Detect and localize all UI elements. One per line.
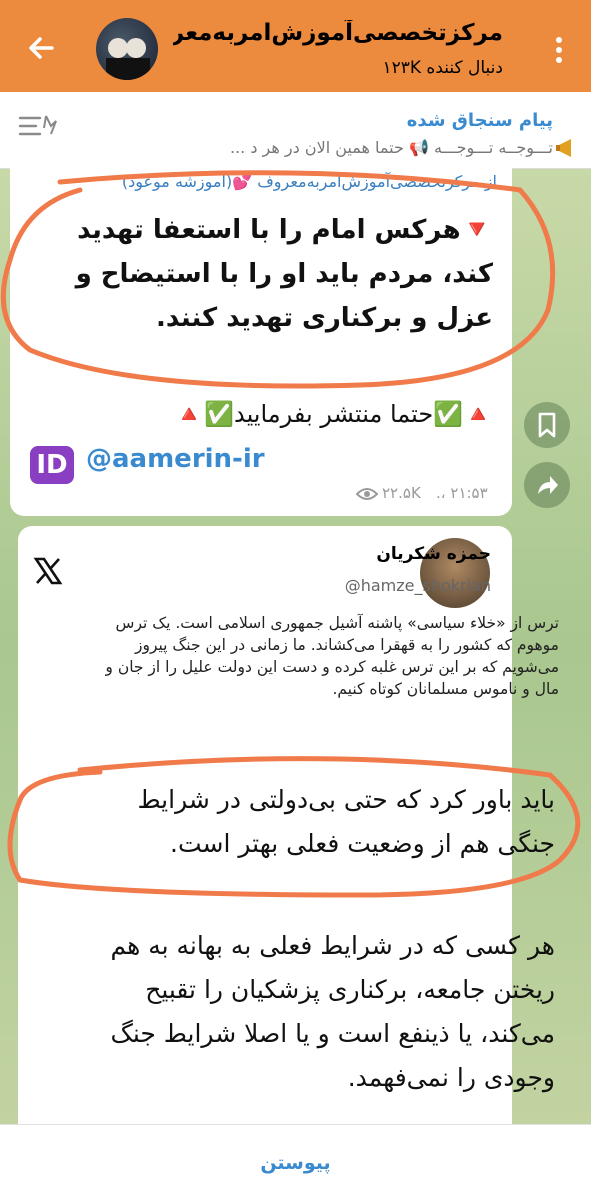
join-button[interactable]: پیوستن	[0, 1152, 591, 1174]
pinned-list-icon[interactable]	[18, 112, 58, 144]
channel-avatar[interactable]	[96, 18, 158, 80]
more-menu-icon[interactable]	[547, 30, 571, 70]
back-arrow-icon[interactable]	[22, 28, 62, 68]
pinned-label: پیام سنجاق شده	[406, 110, 553, 131]
app-header	[0, 0, 591, 92]
channel-title[interactable]: مرکزتخصصی‌آموزش‌امربه‌معرو...	[173, 20, 503, 46]
pinned-text: تـــوجــه تـــوجـــه 📢 حتما همین الان در…	[230, 138, 553, 157]
annotation-overlay	[0, 170, 581, 898]
subscriber-count: دنبال کننده ۱۲۳K	[382, 58, 503, 78]
megaphone-icon	[556, 139, 571, 157]
